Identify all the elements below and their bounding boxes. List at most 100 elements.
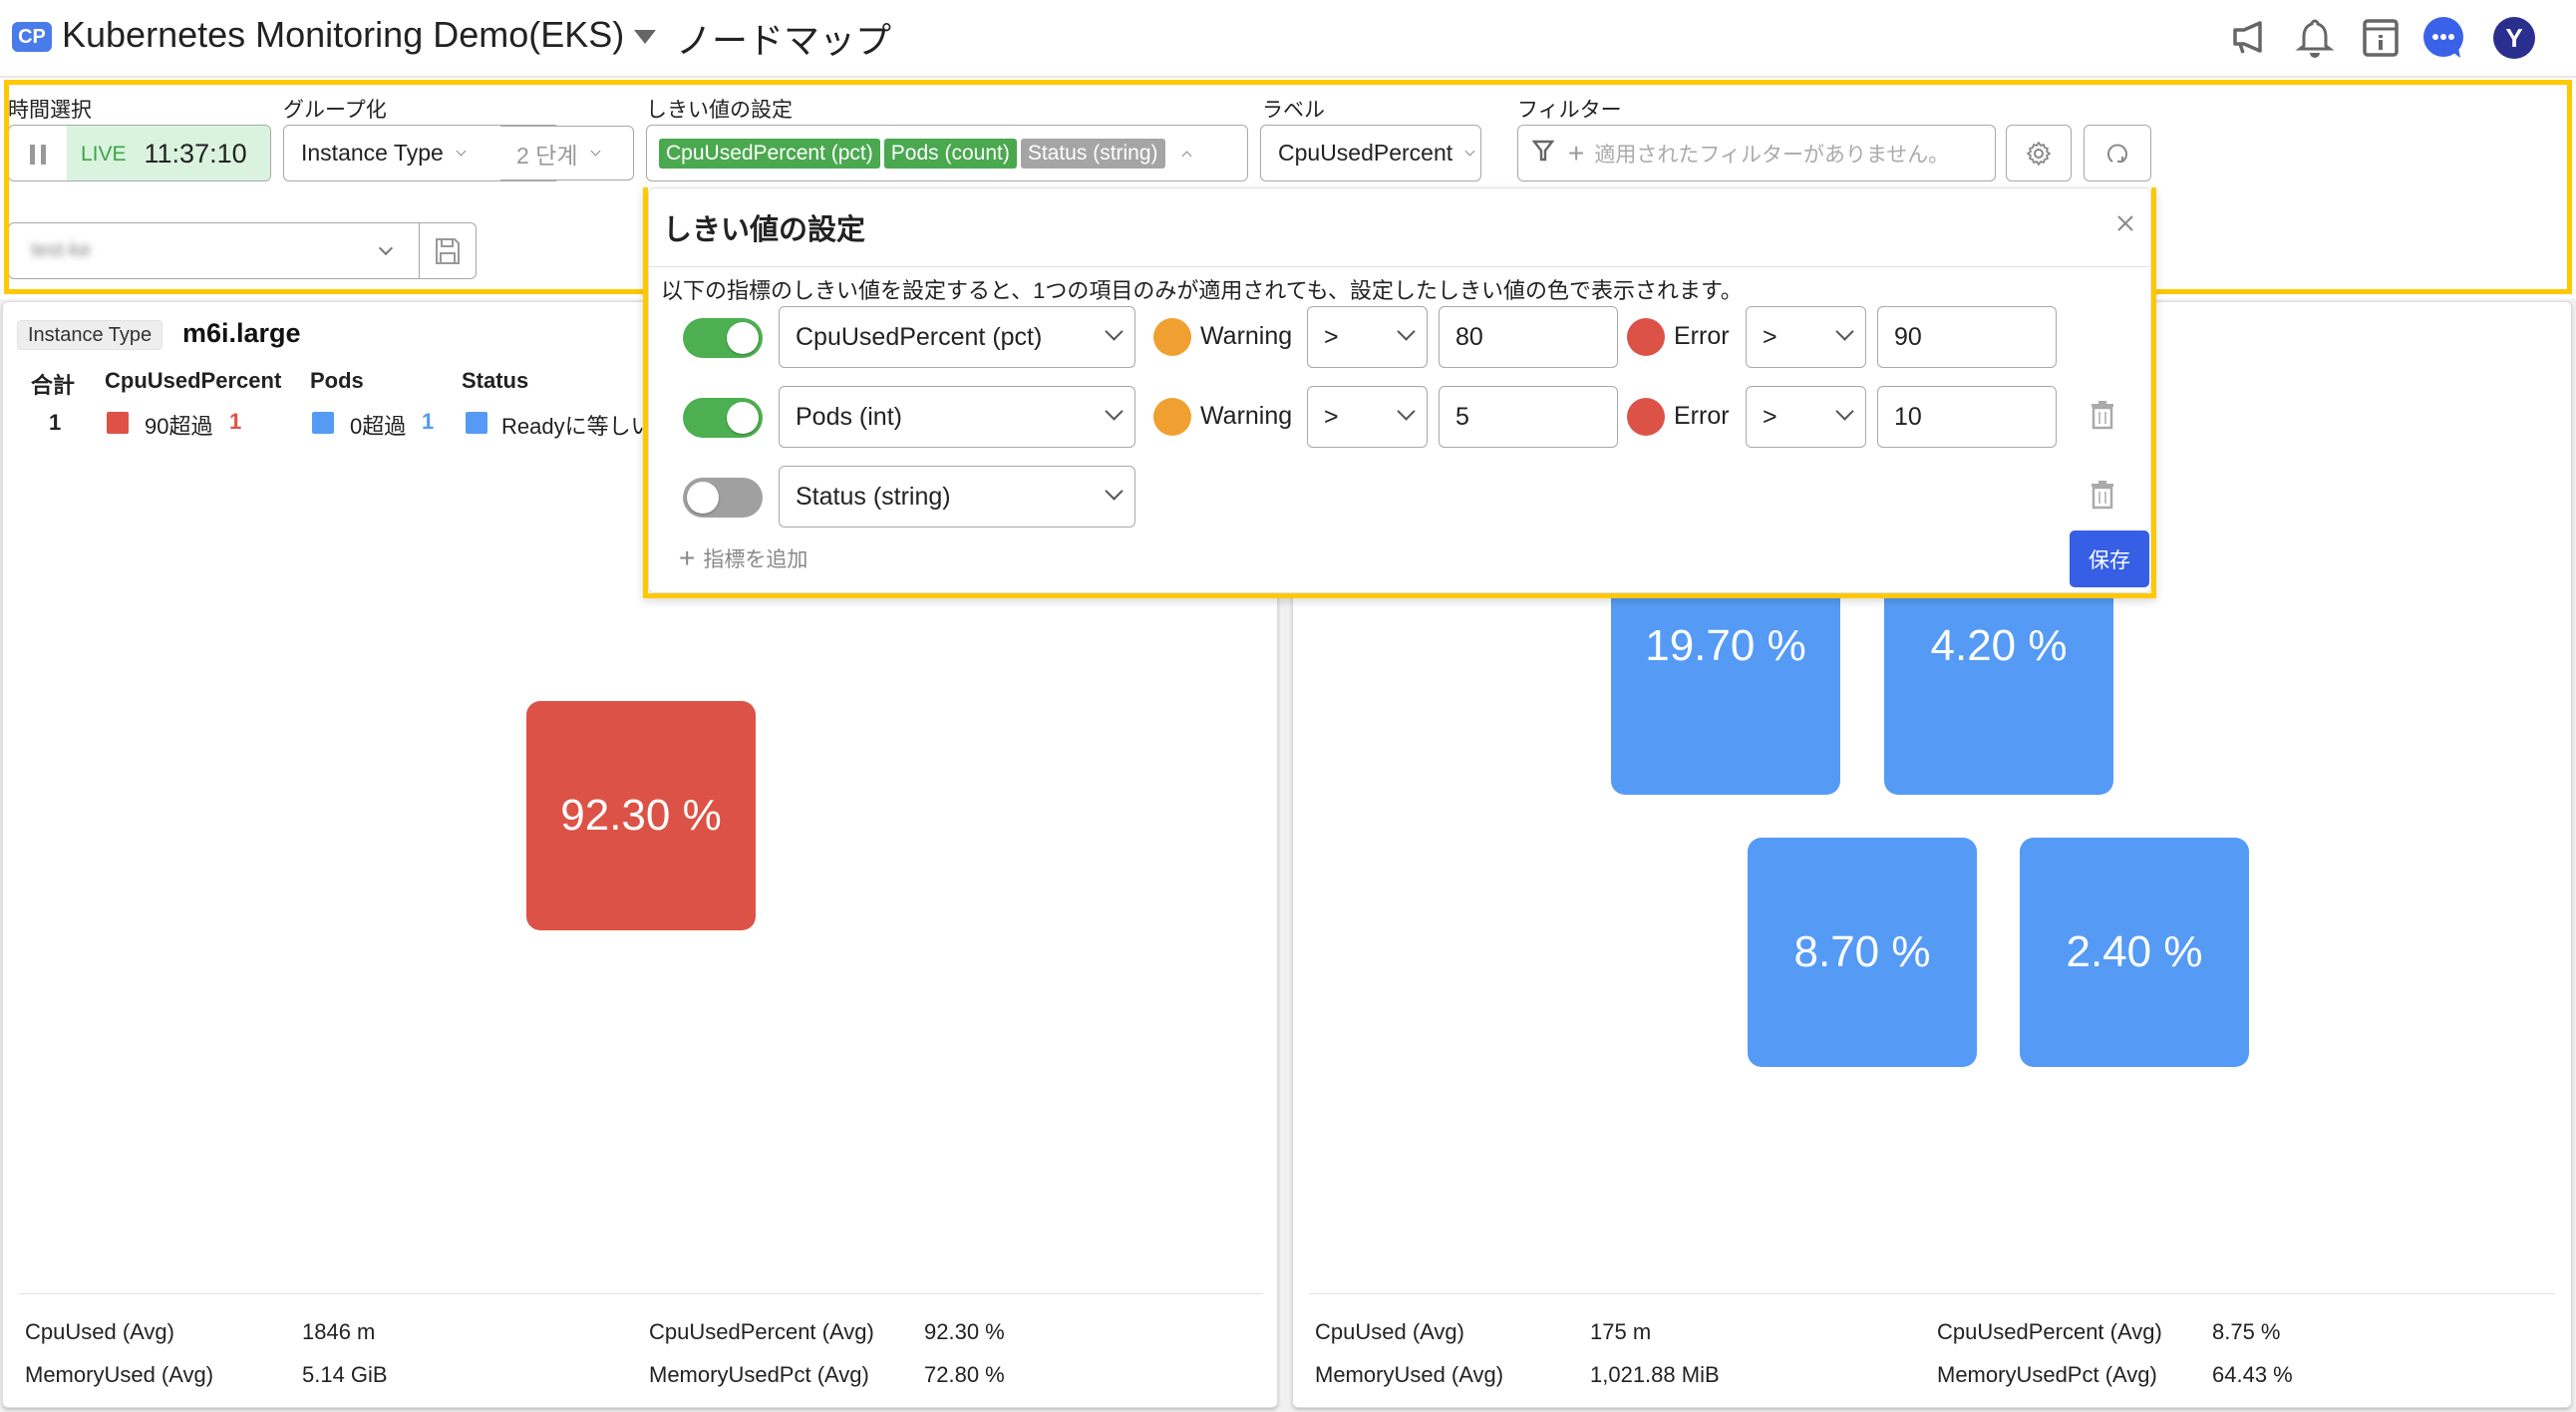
stat-label: MemoryUsed (Avg) bbox=[1315, 1362, 1504, 1387]
avatar-initial: Y bbox=[2493, 17, 2535, 59]
warning-value-input[interactable]: 5 bbox=[1439, 386, 1618, 448]
popover-title: しきい値の設定 bbox=[663, 214, 866, 246]
threshold-tag-status[interactable]: Status (string) bbox=[1020, 138, 1165, 169]
popover-divider bbox=[649, 266, 2150, 267]
summary-header-cpu: CpuUsedPercent bbox=[105, 368, 282, 393]
project-dropdown-caret-icon[interactable] bbox=[634, 30, 656, 44]
warning-label: Warning bbox=[1200, 402, 1293, 430]
metric-value: Pods (int) bbox=[796, 402, 902, 431]
label-select-label: ラベル bbox=[1262, 99, 1325, 122]
filter-icon bbox=[1531, 139, 1555, 168]
filter-label: フィルター bbox=[1517, 99, 1622, 122]
filter-input[interactable]: + 適用されたフィルターがありません。 bbox=[1517, 125, 1996, 181]
operator-value: > bbox=[1324, 322, 1339, 351]
settings-button[interactable] bbox=[2006, 125, 2072, 181]
chevron-down-icon bbox=[1397, 402, 1416, 421]
bell-icon[interactable] bbox=[2293, 16, 2337, 60]
stats-divider bbox=[1309, 1293, 2555, 1294]
error-value-input[interactable]: 90 bbox=[1877, 306, 2057, 368]
close-button[interactable] bbox=[2110, 208, 2140, 238]
popover-description: 以下の指標のしきい値を設定すると、1つの項目のみが適用されても、設定したしきい値… bbox=[661, 278, 1743, 303]
operator-value: > bbox=[1324, 402, 1339, 431]
error-value: 90 bbox=[1894, 322, 1922, 351]
group-by-value: Instance Type bbox=[301, 140, 444, 166]
filter-placeholder: 適用されたフィルターがありません。 bbox=[1594, 143, 1950, 167]
status-legend-text[interactable]: Readyに等しい bbox=[501, 409, 653, 441]
threshold-toggle-status[interactable] bbox=[683, 478, 763, 518]
warning-value: 5 bbox=[1455, 402, 1469, 431]
metric-select-status[interactable]: Status (string) bbox=[779, 466, 1135, 528]
time-select[interactable]: LIVE 11:37:10 bbox=[8, 125, 271, 181]
chevron-up-icon[interactable] bbox=[1181, 151, 1191, 162]
stat-label: MemoryUsedPct (Avg) bbox=[1937, 1362, 2157, 1387]
live-indicator[interactable]: LIVE 11:37:10 bbox=[67, 126, 270, 180]
add-filter-icon[interactable]: + bbox=[1568, 139, 1584, 168]
save-button[interactable]: 保存 bbox=[2070, 530, 2149, 587]
threshold-label: しきい値の設定 bbox=[646, 99, 793, 122]
stat-value: 72.80 % bbox=[924, 1362, 1005, 1387]
threshold-toggle-cpu[interactable] bbox=[683, 318, 763, 358]
group-depth-select[interactable]: 2 단계 bbox=[500, 126, 634, 180]
info-panel-icon[interactable] bbox=[2359, 16, 2403, 60]
warning-operator-select[interactable]: > bbox=[1307, 306, 1428, 368]
chat-icon[interactable] bbox=[2422, 16, 2466, 60]
live-label: LIVE bbox=[81, 142, 127, 166]
error-operator-select[interactable]: > bbox=[1746, 306, 1866, 368]
stat-value: 1,021.88 MiB bbox=[1590, 1362, 1720, 1387]
save-preset-button[interactable] bbox=[420, 223, 476, 278]
warning-value-input[interactable]: 80 bbox=[1439, 306, 1618, 368]
chevron-down-icon bbox=[1105, 402, 1124, 421]
error-dot-icon bbox=[1627, 318, 1665, 356]
trash-icon bbox=[2092, 401, 2113, 430]
current-time: 11:37:10 bbox=[144, 139, 247, 169]
summary-total: 1 bbox=[49, 410, 62, 435]
cpu-legend-count: 1 bbox=[229, 409, 242, 434]
node-tile[interactable]: 2.40 % bbox=[2020, 838, 2249, 1067]
preset-select[interactable]: test-ke bbox=[8, 222, 477, 279]
pods-legend-text[interactable]: 0超過 bbox=[350, 409, 406, 441]
chevron-down-icon bbox=[378, 240, 394, 256]
metric-value: CpuUsedPercent (pct) bbox=[796, 322, 1043, 351]
stat-label: CpuUsed (Avg) bbox=[1315, 1319, 1464, 1344]
warning-dot-icon bbox=[1153, 318, 1191, 356]
delete-row-button[interactable] bbox=[2090, 480, 2115, 510]
status-legend-swatch bbox=[466, 412, 487, 434]
stat-value: 5.14 GiB bbox=[302, 1362, 388, 1387]
plus-icon: + bbox=[679, 542, 696, 573]
stat-value: 175 m bbox=[1590, 1319, 1652, 1344]
close-icon bbox=[2117, 215, 2133, 231]
stat-label: CpuUsed (Avg) bbox=[25, 1319, 174, 1344]
megaphone-icon[interactable] bbox=[2229, 16, 2273, 60]
label-select[interactable]: CpuUsedPercent bbox=[1260, 125, 1481, 181]
refresh-button[interactable] bbox=[2084, 125, 2151, 181]
node-tile[interactable]: 8.70 % bbox=[1748, 838, 1977, 1067]
error-value-input[interactable]: 10 bbox=[1877, 386, 2057, 448]
cpu-legend-swatch bbox=[107, 412, 129, 434]
error-operator-select[interactable]: > bbox=[1746, 386, 1866, 448]
avatar[interactable]: Y bbox=[2492, 16, 2536, 60]
chevron-down-icon bbox=[1105, 322, 1124, 341]
threshold-select[interactable]: CpuUsedPercent (pct) Pods (count) Status… bbox=[646, 125, 1248, 181]
threshold-tag-pods[interactable]: Pods (count) bbox=[883, 138, 1017, 169]
error-label: Error bbox=[1674, 322, 1730, 350]
threshold-tag-cpu[interactable]: CpuUsedPercent (pct) bbox=[659, 138, 880, 169]
node-tile[interactable]: 92.30 % bbox=[526, 701, 756, 930]
trash-icon bbox=[2092, 481, 2113, 510]
cpu-legend-text[interactable]: 90超過 bbox=[145, 409, 212, 441]
summary-header-status: Status bbox=[462, 368, 529, 393]
metric-select-pods[interactable]: Pods (int) bbox=[779, 386, 1135, 448]
warning-operator-select[interactable]: > bbox=[1307, 386, 1428, 448]
warning-value: 80 bbox=[1455, 322, 1483, 351]
pause-icon bbox=[30, 144, 46, 165]
pause-button[interactable] bbox=[9, 126, 67, 180]
threshold-toggle-pods[interactable] bbox=[683, 398, 763, 438]
stat-value: 64.43 % bbox=[2212, 1362, 2293, 1387]
app-title[interactable]: Kubernetes Monitoring Demo(EKS) bbox=[62, 14, 624, 56]
chevron-down-icon bbox=[1397, 322, 1416, 341]
app-logo-badge: CP bbox=[12, 22, 52, 52]
preset-field[interactable]: test-ke bbox=[9, 223, 420, 278]
add-metric-button[interactable]: + 指標を追加 bbox=[679, 543, 807, 573]
delete-row-button[interactable] bbox=[2090, 400, 2115, 430]
group-by-field[interactable]: Instance Type bbox=[284, 126, 501, 180]
metric-select-cpu[interactable]: CpuUsedPercent (pct) bbox=[779, 306, 1135, 368]
